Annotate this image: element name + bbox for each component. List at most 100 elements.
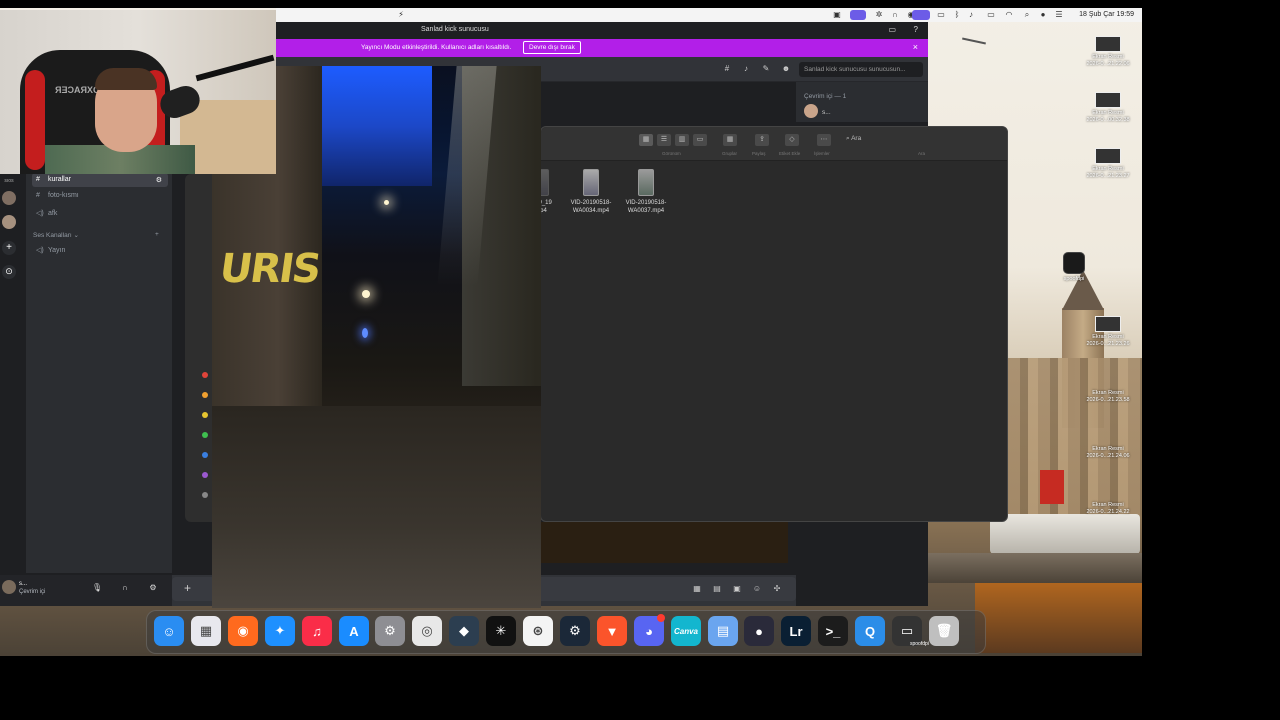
add-channel-icon[interactable]: + [155,231,159,238]
gear-icon[interactable]: ✲ [874,10,884,20]
file-item[interactable]: VID-20190518- WA0034.mp4 [563,169,619,215]
desktop-file[interactable]: Ekran Resmi 2026-0...21.22.06 [1078,36,1138,68]
steam-icon[interactable]: ⚙ [560,616,590,646]
add-server-icon[interactable]: + [2,241,16,255]
launchpad-icon[interactable]: ▦ [191,616,221,646]
tag-purple[interactable] [202,472,208,478]
list-view-button[interactable]: ☰ [657,134,671,146]
desktop-file[interactable]: Ekran Resmi 2026-0...21.24.22 [1078,484,1138,516]
safari-icon[interactable]: ✦ [265,616,295,646]
finder-icon[interactable]: ☺ [154,616,184,646]
window-title: Sanlad kick sunucusu [421,26,489,33]
server-icon[interactable] [2,215,16,229]
davinci-resolve-icon[interactable]: ◆ [449,616,479,646]
members-icon[interactable]: ☻ [781,64,791,74]
channel-item[interactable]: # kurallar ⚙ [32,173,168,187]
desktop-file[interactable]: Ekran Resmi 2026-0...21.23.26 [1078,316,1138,348]
desktop-file[interactable]: Ekran Resmi 2026-0...21.23.27 [1078,148,1138,180]
tag-gray[interactable] [202,492,208,498]
terminal-icon[interactable]: >_ [818,616,848,646]
quicktime-icon[interactable]: Q [855,616,885,646]
app-store-icon[interactable]: A [339,616,369,646]
channel-item[interactable]: ◁) afk [32,206,168,220]
channel-item[interactable]: # foto-kısmı [32,189,168,203]
desktop-file[interactable]: Ekran Resmi 2026-0...21.24.06 [1078,428,1138,460]
monitor-icon[interactable]: ▭ [986,10,996,20]
icon-view-button[interactable]: ▦ [639,134,653,146]
user-name[interactable]: s... [19,581,27,587]
tag-orange[interactable] [202,392,208,398]
display-icon[interactable]: ▭ [936,10,946,20]
screen-share-icon[interactable] [912,10,930,20]
member-name[interactable]: s... [822,109,831,116]
siri-icon[interactable]: ● [1038,10,1048,20]
pin-icon[interactable]: ✎ [761,64,771,74]
gallery-view-button[interactable]: ▭ [693,134,707,146]
explore-icon[interactable]: ⊙ [2,265,16,279]
gif-icon[interactable]: ▤ [712,584,722,594]
bluetooth-icon[interactable]: ᛒ [952,10,962,20]
voice-channel-item[interactable]: ◁) Yayın [32,243,168,257]
search-icon[interactable]: ⌕ [1022,10,1032,20]
threads-icon[interactable]: # [722,64,732,74]
disable-streamer-mode-button[interactable]: Devre dışı bırak [523,41,581,54]
menu-clock[interactable]: 18 Şub Çar 19:59 [1079,11,1134,18]
hash-icon: # [36,176,40,183]
desktop-app[interactable]: spoofdpi [1044,252,1104,283]
bell-icon[interactable]: ♪ [741,64,751,74]
brave-icon[interactable]: ▼ [597,616,627,646]
trash-icon[interactable]: 🗑 [929,616,959,646]
microphone-icon[interactable]: 🎙 [92,583,102,593]
file-item[interactable]: VID-20190518- WA0037.mp4 [618,169,674,215]
tag-green[interactable] [202,432,208,438]
avatar[interactable] [804,104,818,118]
chatgpt-icon[interactable]: ⊛ [523,616,553,646]
headphones-icon[interactable]: ∩ [890,10,900,20]
avatar[interactable] [2,580,16,594]
group-button[interactable]: ▦ [723,134,737,146]
perplexity-icon[interactable]: ✳ [486,616,516,646]
voice-category[interactable]: Ses Kanalları ⌄ + [33,231,159,239]
system-settings-icon[interactable]: ⚙ [375,616,405,646]
inbox-icon[interactable]: ▭ [888,25,896,34]
help-icon[interactable]: ? [914,25,918,34]
desktop-file[interactable]: Ekran Resmi 2026-0...21.23.58 [1078,372,1138,404]
server-search-input[interactable]: Sanlad kick sunucusu sunucusun... [799,62,923,77]
add-attachment-icon[interactable]: + [184,581,191,595]
close-icon[interactable]: × [913,42,918,52]
cast-icon[interactable]: ▣ [832,10,842,20]
headphones-icon[interactable]: ∩ [120,583,130,593]
desktop-file-label: Ekran Resmi 2026-0...21.23.27 [1086,166,1130,179]
tag-yellow[interactable] [202,412,208,418]
tag-blue[interactable] [202,452,208,458]
music-icon[interactable]: ♪ [966,10,976,20]
settings-icon[interactable]: ⚙ [156,176,162,184]
tag-button[interactable]: ◇ [785,134,799,146]
lightroom-icon[interactable]: Lr [781,616,811,646]
preview-icon[interactable]: ▤ [708,616,738,646]
share-button[interactable]: ⇪ [755,134,769,146]
screen-recording-icon[interactable] [850,10,866,20]
desktop-file[interactable]: Ekran Resmi 2026-0...00.32.38 [1078,92,1138,124]
canva-icon[interactable]: Canva [671,616,701,646]
chrome-icon[interactable]: ◎ [412,616,442,646]
search-placeholder: Sanlad kick sunucusu sunucusun... [804,66,906,73]
emoji-icon[interactable]: ☺ [752,584,762,594]
flag-shape [1040,470,1064,504]
obs-icon[interactable]: ● [744,616,774,646]
wifi-icon[interactable]: ◠ [1004,10,1014,20]
firefox-icon[interactable]: ◉ [228,616,258,646]
actions-button[interactable]: ⋯ [817,134,831,146]
finder-search-input[interactable]: ⌕ Ara [846,135,861,143]
apps-icon[interactable]: ✣ [772,584,782,594]
app-logo-icon[interactable]: ⚡ [396,10,406,20]
server-icon[interactable] [2,191,16,205]
gift-icon[interactable]: ▦ [692,584,702,594]
music-icon[interactable]: ♫ [302,616,332,646]
control-center-icon[interactable]: ☰ [1054,10,1064,20]
column-view-button[interactable]: ▥ [675,134,689,146]
desktop-file-label: Ekran Resmi 2026-0...21.24.22 [1086,502,1130,515]
sticker-icon[interactable]: ▣ [732,584,742,594]
tag-red[interactable] [202,372,208,378]
gear-icon[interactable]: ⚙ [148,583,158,593]
